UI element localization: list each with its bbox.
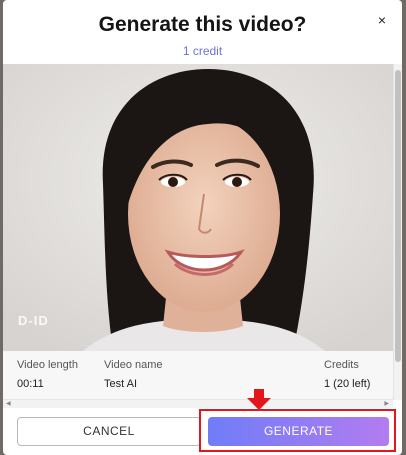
generate-video-dialog: Generate this video? × 1 credit D-ID Vid… — [3, 0, 402, 455]
dialog-title: Generate this video? — [98, 13, 307, 36]
video-details: Video length 00:11 Video name Test AI Cr… — [3, 351, 393, 399]
video-name-column: Video name Test AI — [104, 359, 163, 390]
watermark-logo: D-ID — [18, 313, 49, 328]
credit-cost-label: 1 credit — [182, 44, 223, 58]
close-icon[interactable]: × — [374, 12, 390, 28]
cancel-button[interactable]: CANCEL — [17, 417, 201, 446]
horizontal-scrollbar[interactable]: ◀ ▶ — [3, 399, 393, 408]
vertical-scrollbar[interactable] — [393, 64, 402, 400]
video-length-column: Video length 00:11 — [17, 359, 78, 390]
credits-label: Credits — [324, 359, 359, 371]
scroll-left-icon[interactable]: ◀ — [6, 400, 11, 408]
credits-column: Credits 1 (20 left) — [324, 359, 370, 390]
arrow-down-icon — [247, 389, 271, 410]
video-name-label: Video name — [104, 359, 163, 371]
video-length-value: 00:11 — [17, 378, 44, 390]
credits-value: 1 (20 left) — [324, 378, 371, 390]
vertical-scrollbar-thumb[interactable] — [395, 70, 401, 362]
scroll-right-icon[interactable]: ▶ — [384, 400, 389, 408]
generate-highlight-box — [199, 409, 396, 452]
video-name-value: Test AI — [104, 378, 138, 390]
portrait-image — [3, 64, 393, 351]
video-length-label: Video length — [17, 359, 78, 371]
video-preview-image: D-ID — [3, 64, 393, 351]
